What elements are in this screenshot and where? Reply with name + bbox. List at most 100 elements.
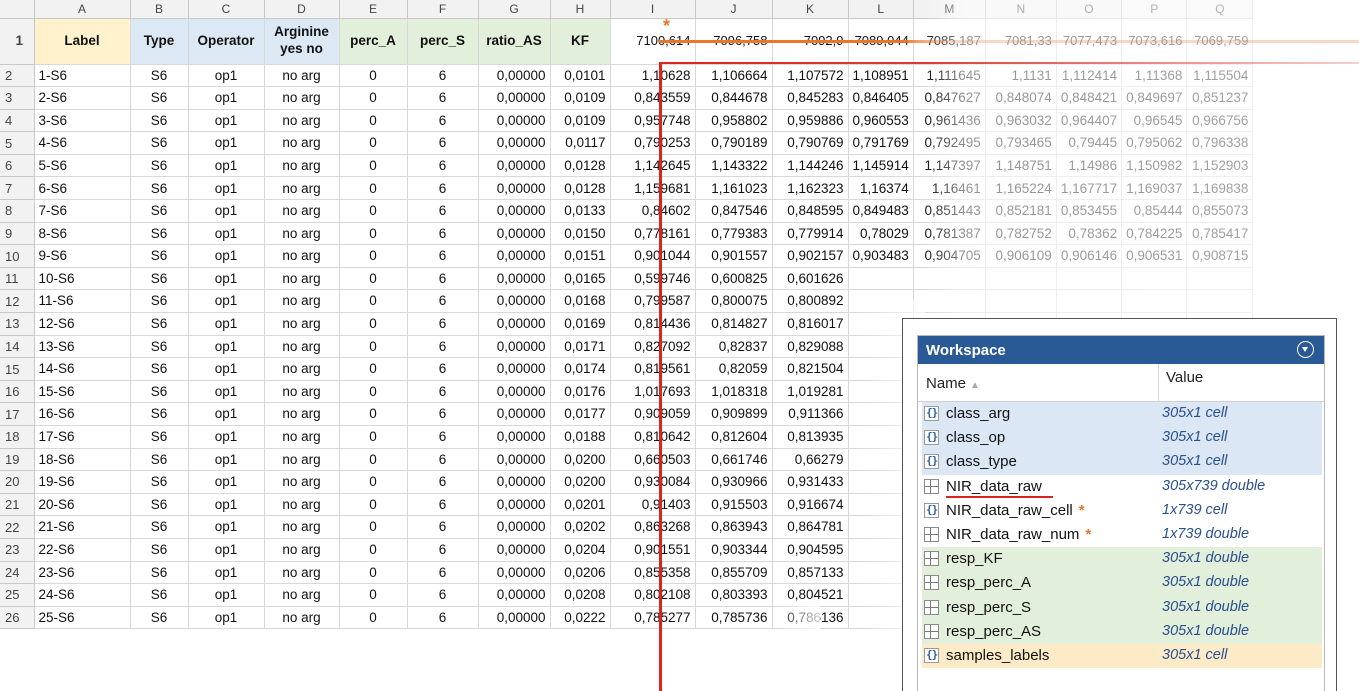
cell-a[interactable]: 4-S6: [34, 131, 131, 155]
cell-b[interactable]: S6: [130, 222, 189, 246]
cell-f[interactable]: 6: [407, 244, 479, 268]
cell-d[interactable]: no arg: [264, 470, 340, 494]
row-number[interactable]: 1: [0, 18, 35, 65]
column-divider[interactable]: [1158, 364, 1159, 402]
cell-a[interactable]: 11-S6: [34, 289, 131, 314]
cell-a[interactable]: 25-S6: [34, 606, 131, 630]
cell-d[interactable]: no arg: [264, 199, 340, 223]
row-number[interactable]: 13: [0, 312, 35, 336]
row-number[interactable]: 4: [0, 109, 35, 133]
cell-e[interactable]: 0: [339, 335, 408, 359]
cell-d[interactable]: no arg: [264, 86, 340, 110]
cell-e[interactable]: 0: [339, 131, 408, 155]
cell-a[interactable]: 5-S6: [34, 154, 131, 178]
cell-j[interactable]: 0,915503: [695, 493, 773, 517]
cell-f[interactable]: 6: [407, 561, 479, 585]
cell-g[interactable]: 0,00000: [478, 244, 551, 268]
cell-g[interactable]: 0,00000: [478, 583, 551, 607]
cell-j[interactable]: 0,785736: [695, 606, 773, 630]
cell-i[interactable]: 0,802108: [610, 583, 696, 607]
row-number[interactable]: 14: [0, 335, 35, 359]
cell-q[interactable]: 0,851237: [1186, 86, 1254, 110]
cell-b[interactable]: S6: [130, 199, 189, 223]
cell-k[interactable]: 0,779914: [772, 222, 849, 246]
cell-a[interactable]: 13-S6: [34, 335, 131, 359]
cell-b[interactable]: S6: [130, 583, 189, 607]
cell-j[interactable]: 0,958802: [695, 109, 773, 133]
cell-o[interactable]: 0,79445: [1056, 131, 1123, 155]
cell-h[interactable]: 0,0176: [550, 380, 611, 404]
cell-a[interactable]: 3-S6: [34, 109, 131, 133]
cell-j[interactable]: 0,790189: [695, 131, 773, 155]
cell-i[interactable]: 0,660503: [610, 448, 696, 472]
cell-k[interactable]: 0,66279: [772, 448, 849, 472]
cell-h[interactable]: 0,0168: [550, 289, 611, 314]
cell-h[interactable]: 0,0128: [550, 176, 611, 201]
cell-m[interactable]: 0,847627: [913, 86, 986, 110]
column-header-f[interactable]: F: [407, 0, 479, 19]
cell-c[interactable]: op1: [188, 154, 265, 178]
row-number[interactable]: 6: [0, 154, 35, 178]
cell-b[interactable]: S6: [130, 538, 189, 562]
cell-b[interactable]: S6: [130, 357, 189, 381]
cell-h[interactable]: 0,0150: [550, 222, 611, 246]
cell-b[interactable]: S6: [130, 402, 189, 426]
cell-k[interactable]: 0,804521: [772, 583, 849, 607]
cell-f[interactable]: 6: [407, 154, 479, 178]
cell-p[interactable]: [1121, 289, 1188, 314]
column-header-k[interactable]: K: [772, 0, 849, 19]
cell-j[interactable]: 0,847546: [695, 199, 773, 223]
cell-d[interactable]: no arg: [264, 448, 340, 472]
column-header-q[interactable]: Q: [1186, 0, 1254, 19]
cell-m[interactable]: 0,904705: [913, 244, 986, 268]
cell-d[interactable]: no arg: [264, 154, 340, 178]
workspace-variable-samples-labels[interactable]: samples_labels 305x1 cell: [922, 644, 1322, 669]
cell-d[interactable]: no arg: [264, 606, 340, 630]
row-number[interactable]: 9: [0, 222, 35, 246]
row-number[interactable]: 17: [0, 402, 35, 426]
cell-g[interactable]: 0,00000: [478, 312, 551, 336]
column-header-g[interactable]: G: [478, 0, 551, 19]
cell-i[interactable]: 1,159681: [610, 176, 696, 201]
cell-a[interactable]: 15-S6: [34, 380, 131, 404]
cell-b[interactable]: S6: [130, 448, 189, 472]
row-number[interactable]: 16: [0, 380, 35, 404]
cell-i[interactable]: 0,599746: [610, 267, 696, 291]
cell-m[interactable]: 0,961436: [913, 109, 986, 133]
cell-d[interactable]: no arg: [264, 222, 340, 246]
cell-n[interactable]: 1,1131: [985, 64, 1057, 88]
cell-h[interactable]: 0,0208: [550, 583, 611, 607]
cell-e[interactable]: 0: [339, 154, 408, 178]
row-number[interactable]: 11: [0, 267, 35, 291]
row-number[interactable]: 7: [0, 176, 35, 201]
column-header-b[interactable]: B: [130, 0, 189, 19]
cell-e[interactable]: 0: [339, 425, 408, 449]
cell-g[interactable]: 0,00000: [478, 131, 551, 155]
cell-h[interactable]: 0,0200: [550, 470, 611, 494]
cell-l[interactable]: 0,960553: [848, 109, 914, 133]
chevron-down-circle-icon[interactable]: [1297, 341, 1314, 358]
column-header-i[interactable]: I: [610, 0, 696, 19]
cell-i[interactable]: 0,785277: [610, 606, 696, 630]
cell-f[interactable]: 6: [407, 86, 479, 110]
cell-f[interactable]: 6: [407, 312, 479, 336]
cell-p[interactable]: 0,784225: [1121, 222, 1188, 246]
cell-g[interactable]: 0,00000: [478, 154, 551, 178]
cell-c[interactable]: op1: [188, 199, 265, 223]
cell-k[interactable]: 0,845283: [772, 86, 849, 110]
cell-p[interactable]: 0,85444: [1121, 199, 1188, 223]
column-header-a[interactable]: A: [34, 0, 131, 19]
cell-o[interactable]: 1,167717: [1056, 176, 1123, 201]
cell-k[interactable]: 0,931433: [772, 470, 849, 494]
cell-i[interactable]: 0,814436: [610, 312, 696, 336]
cell-e[interactable]: 0: [339, 470, 408, 494]
cell-j[interactable]: 0,863943: [695, 515, 773, 539]
cell-a[interactable]: 22-S6: [34, 538, 131, 562]
cell-d[interactable]: no arg: [264, 357, 340, 381]
cell-e[interactable]: 0: [339, 606, 408, 630]
cell-f[interactable]: 6: [407, 267, 479, 291]
row-number[interactable]: 10: [0, 244, 35, 268]
cell-k[interactable]: 1,019281: [772, 380, 849, 404]
cell-k[interactable]: 1,144246: [772, 154, 849, 178]
cell-h[interactable]: 0,0202: [550, 515, 611, 539]
